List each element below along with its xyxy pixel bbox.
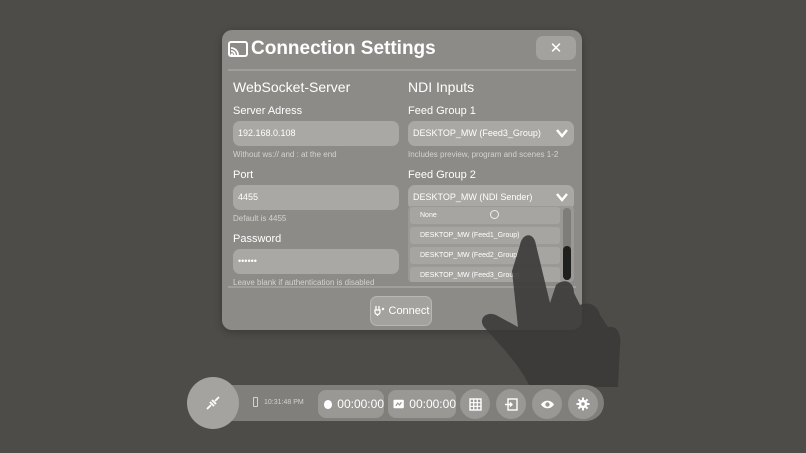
disconnect-icon <box>206 396 220 410</box>
close-icon: ✕ <box>549 40 563 57</box>
dialog-title: Connection Settings <box>251 38 436 59</box>
record-icon <box>324 399 333 409</box>
connect-label: Connect <box>388 305 430 317</box>
group1-label: Feed Group 1 <box>408 105 476 117</box>
enter-button[interactable] <box>496 389 526 419</box>
battery-icon <box>253 397 258 407</box>
connect-button[interactable]: Connect <box>370 296 432 326</box>
preview-button[interactable] <box>532 389 562 419</box>
port-label: Port <box>233 169 254 181</box>
group2-value: DESKTOP_MW (NDI Sender) <box>413 192 533 202</box>
password-label: Password <box>233 233 282 245</box>
stream-button[interactable]: 00:00:00 <box>388 390 456 418</box>
server-hint: Without ws:// and : at the end <box>233 150 337 159</box>
clock: 10:31:48 PM <box>264 399 304 406</box>
websocket-heading: WebSocket-Server <box>233 79 351 95</box>
plug-icon <box>373 306 384 316</box>
dialog-header: Connection Settings <box>228 36 436 62</box>
grid-icon <box>468 397 482 411</box>
gear-icon <box>576 397 590 411</box>
server-address-input[interactable]: 192.168.0.108 <box>233 121 399 146</box>
group1-select[interactable]: DESKTOP_MW (Feed3_Group) <box>408 121 574 146</box>
eye-icon <box>540 400 554 408</box>
server-label: Server Adress <box>233 105 303 117</box>
chevron-down-icon <box>556 129 568 138</box>
port-hint: Default is 4455 <box>233 214 287 223</box>
enter-icon <box>504 397 518 411</box>
header-divider <box>228 69 576 71</box>
disconnect-button[interactable] <box>187 377 239 429</box>
cast-icon <box>228 41 248 57</box>
settings-button[interactable] <box>568 389 598 419</box>
hand-pointer-icon <box>481 235 621 387</box>
stream-icon <box>393 399 404 409</box>
websocket-section: WebSocket-Server Server Adress 192.168.0… <box>233 78 399 288</box>
group1-hint: Includes preview, program and scenes 1-2 <box>408 150 559 159</box>
port-input[interactable]: 4455 <box>233 185 399 210</box>
group1-value: DESKTOP_MW (Feed3_Group) <box>413 128 541 138</box>
ndi-heading: NDI Inputs <box>408 79 475 95</box>
record-time: 00:00:00 <box>337 397 384 411</box>
ndi-section: NDI Inputs Feed Group 1 DESKTOP_MW (Feed… <box>408 78 574 210</box>
stream-time: 00:00:00 <box>409 397 456 411</box>
grid-button[interactable] <box>460 389 490 419</box>
close-button[interactable]: ✕ <box>536 36 576 60</box>
chevron-down-icon <box>556 193 568 202</box>
group2-label: Feed Group 2 <box>408 169 476 181</box>
record-button[interactable]: 00:00:00 <box>318 390 384 418</box>
password-input[interactable]: •••••• <box>233 249 399 274</box>
